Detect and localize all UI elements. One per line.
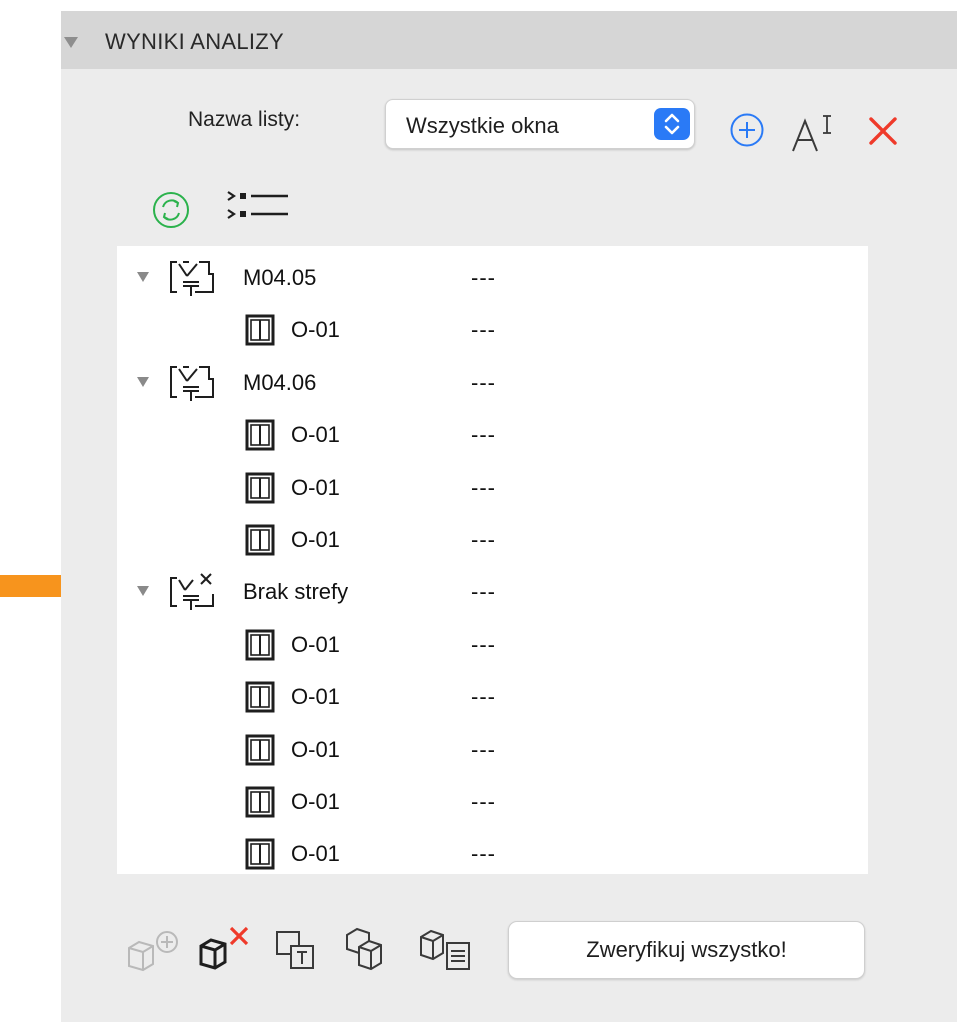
tree-row-window[interactable]: O-01 --- bbox=[117, 776, 868, 828]
window-icon bbox=[245, 419, 275, 456]
list-name-select-value: Wszystkie okna bbox=[406, 113, 559, 138]
delete-list-close-icon[interactable] bbox=[867, 115, 899, 147]
tree-row-window[interactable]: O-01 --- bbox=[117, 409, 868, 461]
results-tree[interactable]: M04.05 --- O-01 --- M04.06 --- O-01 --- O-01… bbox=[117, 246, 868, 874]
list-name-select[interactable]: Wszystkie okna bbox=[385, 99, 695, 149]
zone-missing-icon bbox=[169, 572, 215, 617]
window-icon bbox=[245, 472, 275, 509]
disclosure-triangle-icon[interactable] bbox=[137, 376, 149, 387]
window-icon bbox=[245, 681, 275, 718]
zone-icon bbox=[169, 258, 215, 303]
rename-text-cursor-icon[interactable] bbox=[789, 111, 839, 153]
tree-row-name: O-01 bbox=[291, 527, 340, 552]
remove-element-icon[interactable] bbox=[195, 924, 253, 972]
section-header[interactable]: WYNIKI ANALIZY bbox=[61, 11, 957, 69]
tree-row-value: --- bbox=[471, 317, 496, 343]
tree-row-value: --- bbox=[471, 265, 496, 290]
tree-row-name: O-01 bbox=[291, 841, 340, 867]
tree-row-value: --- bbox=[471, 631, 496, 657]
tree-row-name: O-01 bbox=[291, 736, 340, 762]
disclosure-triangle-icon[interactable] bbox=[137, 272, 149, 282]
tree-row-window[interactable]: O-01 --- bbox=[117, 304, 868, 356]
tree-row-zone[interactable]: M04.06 --- bbox=[117, 357, 868, 409]
tree-row-window[interactable]: O-01 --- bbox=[117, 514, 868, 566]
tree-row-window[interactable]: O-01 --- bbox=[117, 462, 868, 514]
tree-row-window[interactable]: O-01 --- bbox=[117, 619, 868, 671]
chevron-updown-icon[interactable] bbox=[654, 108, 690, 140]
section-title: WYNIKI ANALIZY bbox=[105, 29, 285, 54]
tree-row-name: Brak strefy bbox=[243, 579, 349, 605]
verify-all-button[interactable]: Zweryfikuj wszystko! bbox=[508, 921, 865, 979]
analysis-results-panel: WYNIKI ANALIZY Nazwa listy: Wszystkie ok… bbox=[61, 11, 957, 1022]
tree-row-window[interactable]: O-01 --- bbox=[117, 671, 868, 723]
window-icon bbox=[245, 734, 275, 771]
disclosure-triangle-icon[interactable] bbox=[137, 586, 149, 597]
tree-row-value: --- bbox=[471, 369, 496, 395]
collapse-triangle-icon[interactable] bbox=[64, 37, 78, 48]
window-icon bbox=[245, 524, 275, 561]
add-list-plus-circle-icon[interactable] bbox=[729, 112, 765, 148]
window-icon bbox=[245, 314, 275, 351]
tree-row-name: O-01 bbox=[291, 474, 340, 500]
select-elements-icon[interactable] bbox=[343, 923, 393, 973]
tree-row-value: --- bbox=[471, 422, 496, 448]
tree-row-name: O-01 bbox=[291, 684, 340, 710]
window-icon bbox=[245, 629, 275, 666]
tree-row-value: --- bbox=[471, 841, 496, 867]
tree-row-name: O-01 bbox=[291, 422, 340, 448]
add-element-icon bbox=[128, 931, 178, 972]
tree-row-name: M04.05 bbox=[243, 265, 317, 290]
tree-row-name: O-01 bbox=[291, 631, 340, 657]
tree-row-value: --- bbox=[471, 527, 496, 552]
tree-row-zone[interactable]: M04.05 --- bbox=[117, 252, 868, 304]
tree-row-window[interactable]: O-01 --- bbox=[117, 828, 868, 874]
window-icon bbox=[245, 786, 275, 823]
refresh-icon[interactable] bbox=[151, 190, 191, 230]
window-icon bbox=[245, 838, 275, 874]
tree-row-name: M04.06 bbox=[243, 369, 317, 395]
zone-icon bbox=[169, 363, 215, 408]
tree-row-value: --- bbox=[471, 684, 496, 710]
tree-row-value: --- bbox=[471, 474, 496, 500]
tree-row-zone[interactable]: Brak strefy --- bbox=[117, 566, 868, 618]
tree-row-value: --- bbox=[471, 736, 496, 762]
element-list-icon[interactable] bbox=[417, 923, 473, 975]
tree-row-name: O-01 bbox=[291, 317, 340, 343]
list-name-label: Nazwa listy: bbox=[188, 108, 301, 131]
tree-row-name: O-01 bbox=[291, 789, 340, 814]
tree-row-window[interactable]: O-01 --- bbox=[117, 724, 868, 776]
tree-row-value: --- bbox=[471, 579, 496, 605]
expand-list-icon[interactable] bbox=[226, 186, 288, 226]
tree-row-value: --- bbox=[471, 789, 496, 814]
select-zone-icon[interactable] bbox=[275, 928, 319, 972]
